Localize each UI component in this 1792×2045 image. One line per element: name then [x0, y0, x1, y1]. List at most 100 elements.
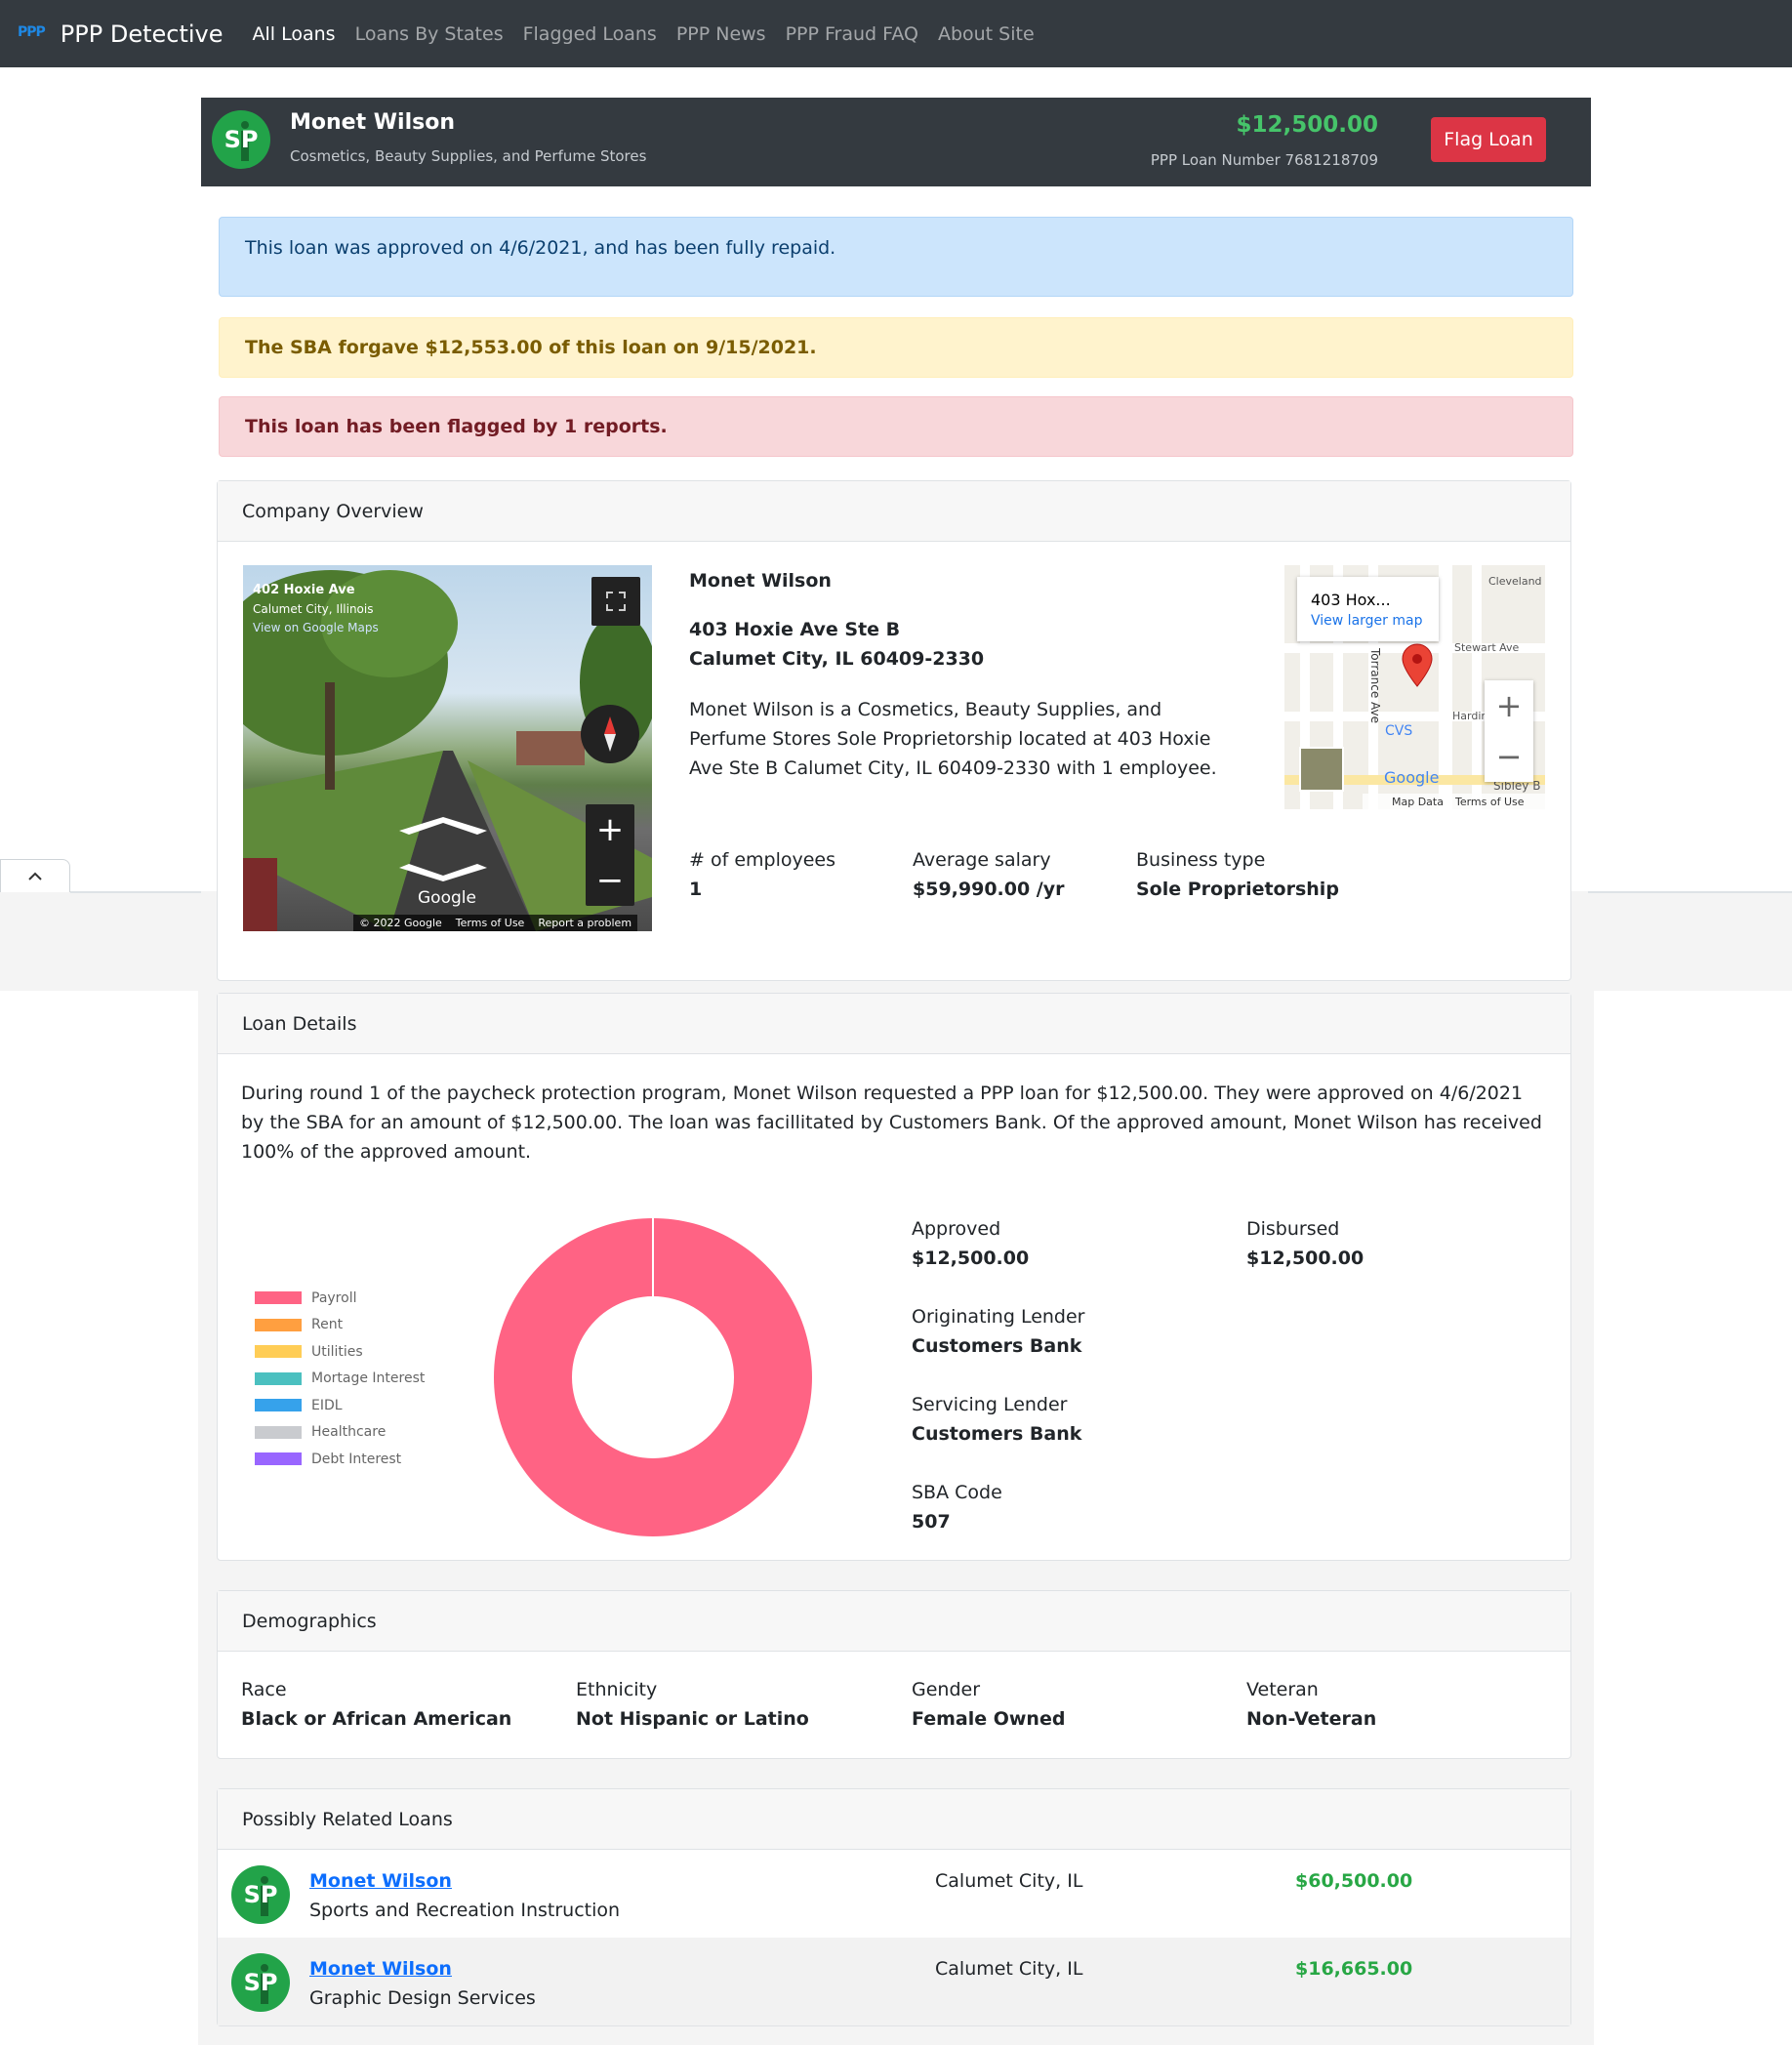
- legend-swatch: [255, 1345, 302, 1359]
- view-larger-map-link[interactable]: View larger map: [1311, 613, 1425, 629]
- scroll-up-tab[interactable]: [0, 859, 70, 892]
- related-loan-row[interactable]: SP Monet Wilson Sports and Recreation In…: [218, 1850, 1570, 1938]
- map-label-stewart: Stewart Ave: [1454, 641, 1520, 654]
- map-info-card: 403 Hox... View larger map: [1297, 577, 1439, 641]
- legend-label: Payroll: [311, 1289, 357, 1306]
- copyright: © 2022 Google: [359, 917, 442, 929]
- legend-item[interactable]: EIDL: [255, 1392, 425, 1419]
- avatar: SP: [231, 1865, 290, 1924]
- related-loan-link[interactable]: Monet Wilson: [309, 1870, 452, 1892]
- related-loan-city: Calumet City, IL: [935, 1958, 1083, 1980]
- card-title: Loan Details: [218, 994, 1570, 1054]
- location-map[interactable]: Cleveland Stewart Ave Torrance Ave Hardi…: [1284, 565, 1545, 809]
- related-loan-industry: Graphic Design Services: [309, 1987, 536, 2009]
- zoom-in-icon[interactable]: +: [1496, 687, 1523, 724]
- legend-item[interactable]: Payroll: [255, 1285, 425, 1312]
- gender-label: Gender: [912, 1679, 981, 1700]
- map-label-torrance: Torrance Ave: [1368, 648, 1382, 724]
- divider: [1588, 891, 1792, 893]
- fullscreen-icon: [606, 592, 626, 611]
- brand-title[interactable]: PPP Detective: [61, 20, 224, 48]
- salary-value: $59,990.00 /yr: [913, 879, 1065, 900]
- card-title: Company Overview: [218, 481, 1570, 542]
- map-road: [1472, 565, 1482, 809]
- navbar: PPP PPP Detective All Loans Loans By Sta…: [0, 0, 1792, 67]
- approved-label: Approved: [912, 1218, 1001, 1240]
- flagged-alert: This loan has been flagged by 1 reports.: [219, 396, 1573, 457]
- related-loan-link[interactable]: Monet Wilson: [309, 1958, 452, 1980]
- overview-address-line1: 403 Hoxie Ave Ste B: [689, 619, 901, 640]
- veteran-label: Veteran: [1246, 1679, 1319, 1700]
- ethnicity-label: Ethnicity: [576, 1679, 658, 1700]
- map-label-hardin: Hardin: [1452, 710, 1488, 722]
- zoom-out-icon[interactable]: −: [596, 861, 625, 900]
- map-place-title: 403 Hox...: [1311, 591, 1391, 609]
- company-name: Monet Wilson: [290, 110, 455, 135]
- zoom-in-icon[interactable]: +: [596, 810, 625, 849]
- streetview-zoom[interactable]: + −: [586, 804, 634, 906]
- map-label-cvs: CVS: [1385, 723, 1413, 739]
- legend-item[interactable]: Debt Interest: [255, 1446, 425, 1473]
- overview-description: Monet Wilson is a Cosmetics, Beauty Supp…: [689, 699, 1217, 779]
- veteran-value: Non-Veteran: [1246, 1708, 1377, 1730]
- related-loan-row[interactable]: SP Monet Wilson Graphic Design Services …: [218, 1938, 1570, 2025]
- overview-address-line2: Calumet City, IL 60409-2330: [689, 648, 985, 670]
- nav-flagged-loans[interactable]: Flagged Loans: [523, 23, 657, 45]
- map-zoom-controls[interactable]: + −: [1485, 680, 1533, 782]
- legend-label: Mortage Interest: [311, 1370, 426, 1387]
- ethnicity-value: Not Hispanic or Latino: [576, 1708, 809, 1730]
- related-loan-industry: Sports and Recreation Instruction: [309, 1900, 621, 1921]
- nav-ppp-news[interactable]: PPP News: [676, 23, 766, 45]
- legend-item[interactable]: Utilities: [255, 1338, 425, 1366]
- loan-header: SP Monet Wilson Cosmetics, Beauty Suppli…: [201, 98, 1591, 186]
- zoom-out-icon[interactable]: −: [1496, 738, 1523, 775]
- legend-swatch: [255, 1425, 302, 1439]
- nav-all-loans[interactable]: All Loans: [253, 23, 336, 45]
- card-title: Demographics: [218, 1591, 1570, 1652]
- repaid-alert: This loan was approved on 4/6/2021, and …: [219, 217, 1573, 297]
- avatar: SP: [231, 1953, 290, 2012]
- report-link[interactable]: Report a problem: [538, 917, 631, 929]
- loan-amount: $12,500.00: [1236, 112, 1378, 138]
- nav-about[interactable]: About Site: [938, 23, 1035, 45]
- flag-loan-button[interactable]: Flag Loan: [1431, 117, 1546, 162]
- company-industry: Cosmetics, Beauty Supplies, and Perfume …: [290, 147, 647, 165]
- employees-value: 1: [689, 879, 703, 900]
- employees-label: # of employees: [689, 849, 835, 871]
- map-data-link[interactable]: Map Data: [1392, 796, 1444, 808]
- legend-item[interactable]: Rent: [255, 1312, 425, 1339]
- divider: [70, 891, 201, 893]
- nav-loans-by-states[interactable]: Loans By States: [355, 23, 504, 45]
- loan-number: PPP Loan Number 7681218709: [1150, 151, 1378, 169]
- card-title: Possibly Related Loans: [218, 1789, 1570, 1850]
- nav-fraud-faq[interactable]: PPP Fraud FAQ: [786, 23, 918, 45]
- map-footer: Map Data Terms of Use: [1363, 794, 1545, 809]
- legend-item[interactable]: Mortage Interest: [255, 1366, 425, 1393]
- google-logo: Google: [418, 888, 476, 908]
- sba-code-label: SBA Code: [912, 1482, 1002, 1503]
- terms-link[interactable]: Terms of Use: [456, 917, 525, 929]
- map-marker-icon[interactable]: [1401, 643, 1434, 688]
- approved-value: $12,500.00: [912, 1247, 1030, 1269]
- street-view[interactable]: 402 Hoxie Ave Calumet City, Illinois Vie…: [243, 565, 652, 931]
- satellite-toggle[interactable]: [1299, 747, 1344, 792]
- demographics-card: Demographics: [217, 1590, 1571, 1759]
- legend-item[interactable]: Healthcare: [255, 1419, 425, 1447]
- race-label: Race: [241, 1679, 287, 1700]
- disbursed-value: $12,500.00: [1246, 1247, 1364, 1269]
- streetview-maps-link[interactable]: View on Google Maps: [253, 621, 379, 634]
- compass-icon[interactable]: [581, 705, 639, 763]
- streetview-city: Calumet City, Illinois: [253, 602, 374, 616]
- brand-logo[interactable]: PPP: [18, 24, 46, 40]
- related-loan-amount: $60,500.00: [1295, 1870, 1413, 1892]
- map-terms-link[interactable]: Terms of Use: [1455, 796, 1525, 808]
- fullscreen-button[interactable]: [591, 577, 640, 626]
- disbursed-label: Disbursed: [1246, 1218, 1340, 1240]
- sba-code-value: 507: [912, 1511, 951, 1533]
- legend-swatch: [255, 1399, 302, 1412]
- legend-swatch: [255, 1452, 302, 1466]
- related-loan-amount: $16,665.00: [1295, 1958, 1413, 1980]
- legend-label: EIDL: [311, 1397, 343, 1413]
- gender-value: Female Owned: [912, 1708, 1066, 1730]
- race-value: Black or African American: [241, 1708, 512, 1730]
